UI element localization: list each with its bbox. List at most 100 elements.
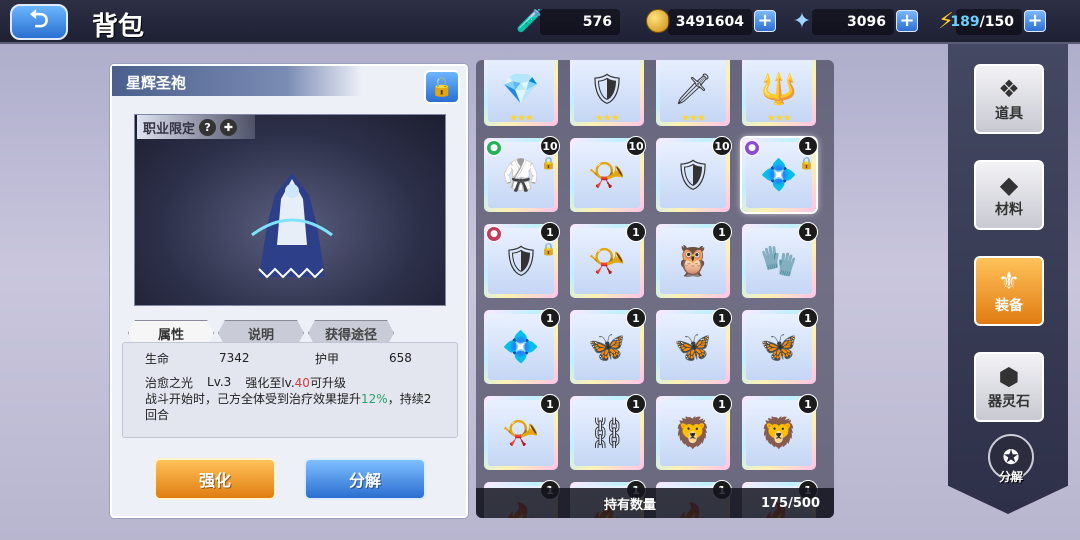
inventory-slot[interactable]: 🦁 1	[742, 394, 818, 470]
enhance-button[interactable]: 强化	[154, 458, 276, 500]
inventory-slot[interactable]: 📯 1	[484, 394, 560, 470]
decompose-button[interactable]: 分解	[304, 458, 426, 500]
pentagram-icon: ✪	[1002, 445, 1020, 469]
inventory-slot[interactable]: 📯 1	[570, 222, 646, 298]
item-count-badge: 1	[540, 308, 560, 328]
skill-upgrade: 强化至lv.40可升级	[245, 374, 346, 391]
sidebar-item-label: 器灵石	[988, 394, 1030, 410]
sidebar-item-label: 材料	[995, 202, 1023, 218]
stats-box: 生命 7342 护甲 658 治愈之光 Lv.3 强化至lv.40可升级 战斗开…	[122, 342, 458, 438]
inventory-slot[interactable]: 🦁 1	[656, 394, 732, 470]
upgrade-prefix: 强化至lv.	[245, 375, 295, 390]
count-label: 持有数量	[604, 497, 657, 513]
inventory-slot[interactable]: 🦋 1	[656, 308, 732, 384]
hp-value: 7342	[219, 351, 250, 365]
sidebar-item-materials[interactable]: ◆ 材料	[974, 160, 1044, 230]
job-limit-row: 职业限定 ? ✚	[137, 115, 255, 139]
count-value: 175/500	[760, 495, 820, 511]
page-title: 背包	[92, 12, 145, 42]
skill-name: 治愈之光	[145, 375, 194, 390]
inventory-slot[interactable]: ⛓ 1	[570, 394, 646, 470]
item-count-badge: 1	[712, 308, 732, 328]
props-icon: ❖	[998, 75, 1020, 103]
item-detail-panel: 星辉圣袍 🔓 职业限定 ? ✚ 属性 说明 获得途径 生命 7342 护甲 65…	[110, 64, 468, 518]
job-limit-label: 职业限定	[143, 121, 196, 137]
sidebar-item-label: 道具	[995, 106, 1023, 122]
equipment-icon: ⚜	[998, 267, 1020, 295]
hp-label: 生命	[145, 351, 170, 366]
unlock-icon: 🔓	[430, 76, 454, 98]
top-bar: ⮌ 背包 🧪 576 3491604 + ✦ 3096 + ⚡ 189/150 …	[0, 0, 1080, 44]
lock-icon: 🔒	[541, 242, 556, 256]
inventory-slot[interactable]: 💠 1	[484, 308, 560, 384]
inventory-slot[interactable]: 🧤 1	[742, 222, 818, 298]
inventory-slot[interactable]: 💎 ★★★	[484, 60, 558, 126]
inventory-slot[interactable]: 🛡 ★★★	[570, 60, 644, 126]
inventory-slot[interactable]: 🦋 1	[742, 308, 818, 384]
inventory-slot[interactable]: 🦋 1	[570, 308, 646, 384]
question-icon[interactable]: ?	[199, 118, 217, 136]
star-rating: ★★★	[509, 113, 534, 124]
add-energy-button[interactable]: +	[1024, 10, 1046, 32]
star-crystal-count: 3096	[812, 9, 894, 35]
inventory-slot[interactable]: 🛡 1 🔒 ●	[484, 222, 560, 298]
inventory-grid: 💎 ★★★ 🛡 ★★★ 🗡 ★★★ 🔱 ★★★ 🥋 10 🔒 ● 📯 10 🛡 10 💠 1 🔒 ● 🛡 1 🔒 ● 📯 1 🦉 1 🧤…	[484, 60, 828, 518]
sidebar-item-props[interactable]: ❖ 道具	[974, 64, 1044, 134]
item-count-badge: 1	[798, 308, 818, 328]
upgrade-level: 40	[294, 375, 310, 390]
item-count-badge: 1	[712, 394, 732, 414]
energy-current: 189	[950, 14, 980, 30]
category-sidebar: ❖ 道具 ◆ 材料 ⚜ 装备 ⬢ 器灵石 ✪ 分解	[948, 44, 1068, 514]
class-cross-icon[interactable]: ✚	[220, 118, 238, 136]
item-count-badge: 1	[626, 394, 646, 414]
materials-icon: ◆	[999, 171, 1019, 199]
potion-count: 576	[540, 9, 620, 35]
inventory-slot[interactable]: 🔱 ★★★	[742, 60, 816, 126]
item-count-badge: 1	[798, 136, 818, 156]
desc-percent: 12%	[361, 392, 388, 406]
inventory-slot[interactable]: 🗡 ★★★	[656, 60, 730, 126]
skill-line: 治愈之光 Lv.3 强化至lv.40可升级	[145, 373, 435, 391]
armor-label: 护甲	[315, 351, 340, 366]
stat-row: 生命 7342 护甲 658	[145, 349, 435, 367]
item-count-badge: 1	[712, 222, 732, 242]
star-rating: ★★★	[767, 113, 792, 124]
item-preview: 职业限定 ? ✚	[134, 114, 446, 306]
inventory-slot[interactable]: 🛡 10	[656, 136, 732, 212]
inventory-slot[interactable]: 🥋 10 🔒 ●	[484, 136, 560, 212]
star-rating: ★★★	[595, 113, 620, 124]
spirit-stone-icon: ⬢	[998, 363, 1020, 391]
item-count-badge: 1	[626, 308, 646, 328]
inventory-footer: 持有数量 175/500	[476, 488, 834, 518]
gold-count: 3491604	[668, 9, 752, 35]
add-gold-button[interactable]: +	[754, 10, 776, 32]
robe-illustration	[251, 173, 333, 279]
inventory-panel: 💎 ★★★ 🛡 ★★★ 🗡 ★★★ 🔱 ★★★ 🥋 10 🔒 ● 📯 10 🛡 10 💠 1 🔒 ● 🛡 1 🔒 ● 📯 1 🦉 1 🧤…	[476, 60, 834, 518]
item-count-badge: 10	[626, 136, 646, 156]
class-tag-icon: ●	[486, 226, 502, 242]
class-tag-icon: ●	[744, 140, 760, 156]
sidebar-item-spirit-stone[interactable]: ⬢ 器灵石	[974, 352, 1044, 422]
energy-count: 189/150	[950, 9, 1022, 35]
item-count-badge: 1	[626, 222, 646, 242]
skill-level: Lv.3	[207, 375, 232, 389]
class-tag-icon: ●	[486, 140, 502, 156]
add-star-crystal-button[interactable]: +	[896, 10, 918, 32]
item-count-badge: 1	[540, 394, 560, 414]
lock-toggle-button[interactable]: 🔓	[424, 70, 460, 104]
star-rating: ★★★	[681, 113, 706, 124]
lock-icon: 🔒	[541, 156, 556, 170]
inventory-slot[interactable]: 📯 10	[570, 136, 646, 212]
item-count-badge: 1	[540, 222, 560, 242]
lock-icon: 🔒	[799, 156, 814, 170]
item-count-badge: 1	[798, 394, 818, 414]
item-name: 星辉圣袍	[112, 66, 362, 96]
inventory-slot[interactable]: 🦉 1	[656, 222, 732, 298]
back-button[interactable]: ⮌	[10, 4, 68, 40]
item-count-badge: 1	[798, 222, 818, 242]
inventory-slot[interactable]: 💠 1 🔒 ●	[742, 136, 818, 212]
batch-decompose-label: 分解	[998, 470, 1023, 484]
energy-max: /150	[979, 14, 1014, 30]
item-count-badge: 10	[540, 136, 560, 156]
sidebar-item-equipment[interactable]: ⚜ 装备	[974, 256, 1044, 326]
